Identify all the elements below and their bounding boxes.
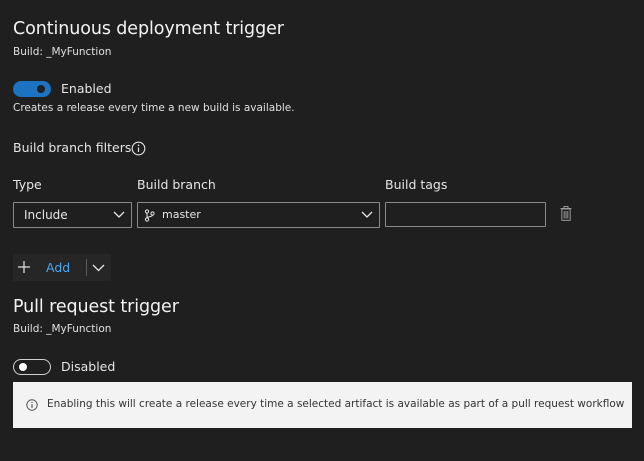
- pr-info-message: Enabling this will create a release ever…: [13, 382, 632, 428]
- toggle-knob: [37, 85, 45, 93]
- branch-dropdown[interactable]: master: [137, 202, 380, 228]
- branch-icon: [144, 209, 155, 222]
- cd-description: Creates a release every time a new build…: [13, 102, 295, 114]
- cd-build-source: Build: _MyFunction: [13, 46, 112, 58]
- cd-toggle-state: Enabled: [61, 81, 112, 96]
- add-filter-button[interactable]: Add: [13, 254, 85, 281]
- branch-filters-heading: Build branch filters: [13, 140, 132, 155]
- column-branch-label: Build branch: [137, 177, 216, 192]
- type-dropdown[interactable]: Include: [13, 202, 132, 228]
- plus-icon: [17, 260, 31, 274]
- pr-info-text: Enabling this will create a release ever…: [47, 398, 625, 410]
- add-filter-menu-button[interactable]: [89, 254, 111, 281]
- pr-trigger-toggle[interactable]: [13, 359, 51, 375]
- chevron-down-icon: [361, 211, 373, 219]
- cd-trigger-title: Continuous deployment trigger: [13, 19, 284, 39]
- build-tags-input[interactable]: [385, 202, 546, 227]
- toggle-knob: [19, 363, 27, 371]
- info-icon[interactable]: [131, 141, 146, 156]
- branch-dropdown-value: master: [162, 208, 201, 221]
- trash-icon[interactable]: [560, 206, 572, 221]
- split-divider: [86, 259, 87, 276]
- chevron-down-icon: [113, 211, 125, 219]
- cd-trigger-toggle[interactable]: [13, 81, 51, 97]
- pr-build-source: Build: _MyFunction: [13, 323, 112, 335]
- pr-toggle-state: Disabled: [61, 359, 116, 374]
- info-icon: [26, 399, 38, 411]
- chevron-down-icon: [92, 264, 105, 272]
- column-type-label: Type: [13, 177, 42, 192]
- column-tags-label: Build tags: [385, 177, 448, 192]
- add-filter-label: Add: [46, 260, 71, 275]
- type-dropdown-value: Include: [24, 208, 68, 222]
- pr-trigger-title: Pull request trigger: [13, 297, 179, 317]
- add-filter-split-button: Add: [13, 254, 111, 281]
